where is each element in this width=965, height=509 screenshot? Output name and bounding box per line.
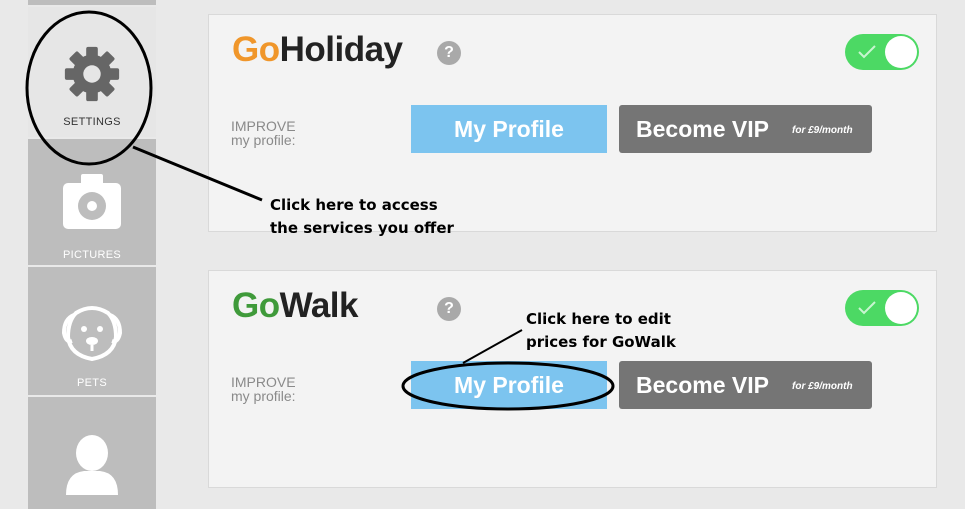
annotation-line: the services you offer	[270, 219, 454, 237]
sidebar: SETTINGS PICTURES PETS	[28, 0, 156, 509]
sidebar-item-pictures[interactable]: PICTURES	[28, 139, 156, 265]
brand-prefix: Go	[232, 30, 280, 69]
help-icon[interactable]: ?	[437, 41, 461, 65]
become-vip-button[interactable]: Become VIP for £9/month	[619, 105, 872, 153]
sidebar-item-top[interactable]	[28, 0, 156, 5]
check-icon	[858, 301, 876, 315]
sidebar-item-label: PETS	[77, 377, 107, 389]
camera-icon	[63, 174, 121, 229]
sidebar-item-settings[interactable]: SETTINGS	[28, 7, 156, 137]
improve-line1: IMPROVE	[231, 374, 296, 390]
brand-suffix: Walk	[279, 286, 359, 325]
sidebar-item-profile[interactable]	[28, 397, 156, 509]
user-icon	[66, 435, 118, 495]
service-title: GoWalk	[232, 286, 359, 326]
toggle-knob	[885, 292, 917, 324]
vip-price: for £9/month	[792, 125, 853, 136]
improve-label: IMPROVE my profile:	[231, 375, 296, 403]
annotation-line: Click here to access	[270, 196, 438, 214]
help-icon[interactable]: ?	[437, 297, 461, 321]
sidebar-item-pets[interactable]: PETS	[28, 267, 156, 395]
my-profile-button[interactable]: My Profile	[411, 361, 607, 409]
sidebar-item-label: PICTURES	[62, 249, 122, 261]
my-profile-button[interactable]: My Profile	[411, 105, 607, 153]
service-toggle[interactable]	[845, 34, 919, 70]
profile-annotation: Click here to edit prices for GoWalk	[526, 308, 676, 354]
service-title: GoHoliday	[232, 30, 403, 70]
dog-icon	[62, 306, 122, 361]
improve-line2: my profile:	[231, 132, 296, 148]
vip-label: Become VIP	[636, 116, 769, 142]
brand-suffix: Holiday	[279, 30, 403, 69]
toggle-knob	[885, 36, 917, 68]
improve-line1: IMPROVE	[231, 118, 296, 134]
check-icon	[858, 45, 876, 59]
settings-annotation: Click here to access the services you of…	[270, 194, 454, 240]
sidebar-item-label: SETTINGS	[63, 116, 121, 128]
service-toggle[interactable]	[845, 290, 919, 326]
brand-prefix: Go	[232, 286, 280, 325]
service-card-gowalk: GoWalk ? IMPROVE my profile: My Profile …	[208, 270, 937, 488]
annotation-line: prices for GoWalk	[526, 333, 676, 351]
vip-label: Become VIP	[636, 372, 769, 398]
annotation-line: Click here to edit	[526, 310, 671, 328]
become-vip-button[interactable]: Become VIP for £9/month	[619, 361, 872, 409]
gear-icon	[64, 46, 120, 102]
vip-price: for £9/month	[792, 381, 853, 392]
improve-line2: my profile:	[231, 388, 296, 404]
improve-label: IMPROVE my profile:	[231, 119, 296, 147]
